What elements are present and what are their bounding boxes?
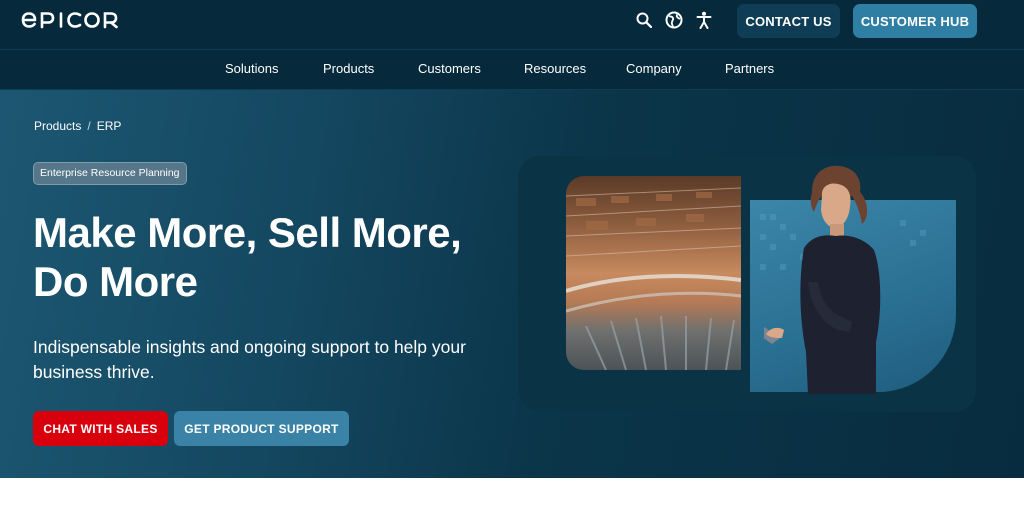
main-nav: Solutions Products Customers Resources C… (0, 50, 1024, 90)
nav-item-solutions[interactable]: Solutions (225, 61, 278, 76)
top-bar: CONTACT US CUSTOMER HUB (0, 0, 1024, 50)
contact-us-button[interactable]: CONTACT US (737, 4, 840, 38)
breadcrumb-separator: / (87, 119, 91, 133)
utility-icons (634, 10, 714, 30)
page-title-line-1: Make More, Sell More, (33, 209, 462, 256)
warehouse-conveyor-photo (566, 176, 741, 370)
get-product-support-button[interactable]: GET PRODUCT SUPPORT (174, 411, 349, 446)
nav-item-resources[interactable]: Resources (524, 61, 586, 76)
chat-with-sales-button[interactable]: CHAT WITH SALES (33, 411, 168, 446)
nav-item-customers[interactable]: Customers (418, 61, 481, 76)
customer-hub-button[interactable]: CUSTOMER HUB (853, 4, 977, 38)
conveyor-illustration (566, 187, 741, 370)
globe-icon[interactable] (664, 10, 684, 30)
person-illustration (726, 165, 881, 394)
hero-subheading: Indispensable insights and ongoing suppo… (33, 337, 466, 382)
nav-item-company[interactable]: Company (626, 61, 682, 76)
nav-item-partners[interactable]: Partners (725, 61, 774, 76)
epicor-logo-mark (21, 12, 118, 29)
breadcrumb-products[interactable]: Products (34, 119, 81, 133)
hero-visual (518, 156, 976, 412)
accessibility-icon[interactable] (694, 10, 714, 30)
page-title-line-2: Do More (33, 258, 198, 305)
hero-section: Products / ERP Enterprise Resource Plann… (0, 90, 1024, 478)
category-tag: Enterprise Resource Planning (33, 162, 187, 185)
person-with-tablet-photo (726, 162, 914, 394)
page-content-start (0, 478, 1024, 515)
page-title: Make More, Sell More, Do More (33, 208, 513, 306)
nav-item-products[interactable]: Products (323, 61, 374, 76)
epicor-logo[interactable] (20, 10, 132, 30)
breadcrumb: Products / ERP (34, 119, 121, 133)
breadcrumb-erp: ERP (96, 119, 122, 133)
search-icon[interactable] (634, 10, 654, 30)
